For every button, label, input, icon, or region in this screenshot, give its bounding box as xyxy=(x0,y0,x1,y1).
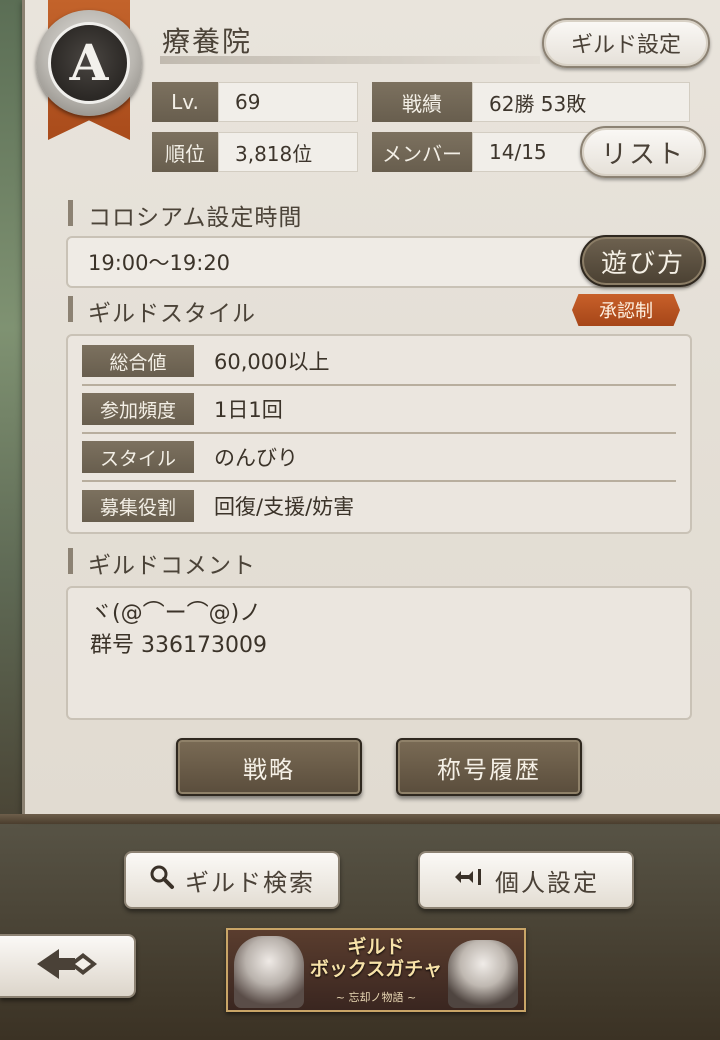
personal-settings-button[interactable]: 個人設定 xyxy=(418,851,634,909)
rank-emblem-icon: A xyxy=(36,10,142,116)
record-value: 62勝 53敗 xyxy=(472,82,690,122)
guild-comment-heading: ギルドコメント xyxy=(68,546,256,580)
style-key: 参加頻度 xyxy=(82,393,194,425)
guild-settings-button[interactable]: ギルド設定 xyxy=(542,18,710,68)
comment-line: 群号 336173009 xyxy=(90,633,267,658)
rank-label: 順位 xyxy=(152,132,218,172)
level-value: 69 xyxy=(218,82,358,122)
style-value: 60,000以上 xyxy=(214,350,330,374)
rank-letter: A xyxy=(69,33,109,92)
style-row-roles: 募集役割 回復/支援/妨害 xyxy=(82,482,676,530)
name-underline xyxy=(160,56,540,64)
comment-line: ヾ(@⌒ー⌒@)ノ xyxy=(90,601,262,626)
approval-badge: 承認制 xyxy=(572,294,680,326)
guild-style-box: 総合値 60,000以上 参加頻度 1日1回 スタイル のんびり 募集役割 回復… xyxy=(66,334,692,534)
banner-title-line1: ギルド xyxy=(347,936,405,958)
style-value: 回復/支援/妨害 xyxy=(214,495,355,519)
style-row-frequency: 参加頻度 1日1回 xyxy=(82,386,676,434)
magnifier-icon xyxy=(149,864,175,896)
guild-style-heading: ギルドスタイル xyxy=(68,294,256,328)
style-key: スタイル xyxy=(82,441,194,473)
style-value: 1日1回 xyxy=(214,398,283,422)
style-row-power: 総合値 60,000以上 xyxy=(82,338,676,386)
strategy-button[interactable]: 戦略 xyxy=(176,738,362,796)
rank-value: 3,818位 xyxy=(218,132,358,172)
colosseum-heading: コロシアム設定時間 xyxy=(68,198,302,232)
guild-box-gacha-banner[interactable]: ギルド ボックスガチャ ~ 忘却ノ物語 ~ xyxy=(226,928,526,1012)
member-list-button[interactable]: リスト xyxy=(580,126,706,178)
enter-arrow-icon xyxy=(453,866,485,894)
banner-title: ギルド ボックスガチャ xyxy=(228,936,524,980)
members-label: メンバー xyxy=(372,132,472,172)
banner-title-line2: ボックスガチャ xyxy=(309,958,443,980)
record-label: 戦績 xyxy=(372,82,472,122)
banner-subtitle: ~ 忘却ノ物語 ~ xyxy=(335,991,417,1004)
style-value: のんびり xyxy=(214,446,298,470)
guild-search-label: ギルド検索 xyxy=(185,868,315,897)
style-row-style: スタイル のんびり xyxy=(82,434,676,482)
back-arrow-icon xyxy=(35,947,99,985)
panel-rail xyxy=(0,814,720,824)
rank-emblem-inner: A xyxy=(48,22,130,104)
style-key: 募集役割 xyxy=(82,490,194,522)
style-key: 総合値 xyxy=(82,345,194,377)
how-to-play-button[interactable]: 遊び方 xyxy=(580,235,706,287)
title-history-button[interactable]: 称号履歴 xyxy=(396,738,582,796)
back-button[interactable] xyxy=(0,934,136,998)
guild-comment-box: ヾ(@⌒ー⌒@)ノ 群号 336173009 xyxy=(66,586,692,720)
guild-name: 療養院 xyxy=(162,25,253,58)
level-label: Lv. xyxy=(152,82,218,122)
guild-search-button[interactable]: ギルド検索 xyxy=(124,851,340,909)
personal-settings-label: 個人設定 xyxy=(495,868,599,897)
